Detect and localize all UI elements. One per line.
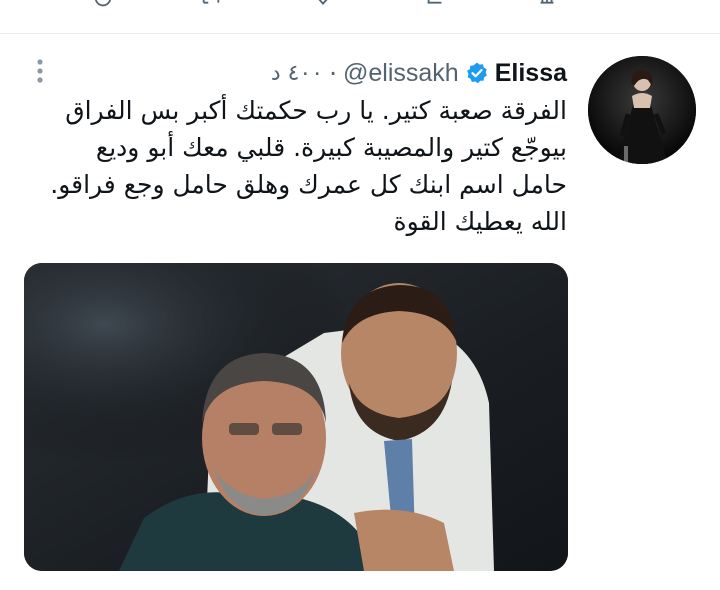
tweet-text: الفرقة صعبة كتير. يا رب حكمتك أكبر بس ال… [22,92,567,240]
separator-dot: · [329,58,338,88]
avatar[interactable] [588,56,696,164]
analytics-icon[interactable] [536,0,558,10]
verified-badge-icon [466,62,487,84]
share-icon[interactable] [424,0,446,10]
retweet-icon[interactable] [200,0,222,10]
photo-two-men-icon [24,263,568,571]
action-bar [0,0,720,12]
tweet-text-line: الفرقة صعبة كتير. يا رب حكمتك أكبر بس ال… [65,96,567,125]
display-name[interactable]: Elissa [495,59,567,88]
timestamp[interactable]: ٤٠٠ د [271,61,323,86]
reply-icon[interactable] [92,0,114,10]
user-handle[interactable]: @elissakh [343,59,459,88]
tweet-photo[interactable] [24,263,568,571]
tweet-text-line: حامل اسم ابنك كل عمرك وهلق حامل وجع فراق… [50,170,567,199]
tweet-text-line: الله يعطيك القوة [393,207,568,236]
tweet-header: Elissa @elissakh · ٤٠٠ د [271,56,567,90]
more-options-icon[interactable] [30,58,50,84]
like-icon[interactable] [312,0,334,10]
divider [0,33,720,34]
tweet-text-line: بيوجّع كتير والمصيبة كبيرة. قلبي معك أبو… [95,133,567,162]
